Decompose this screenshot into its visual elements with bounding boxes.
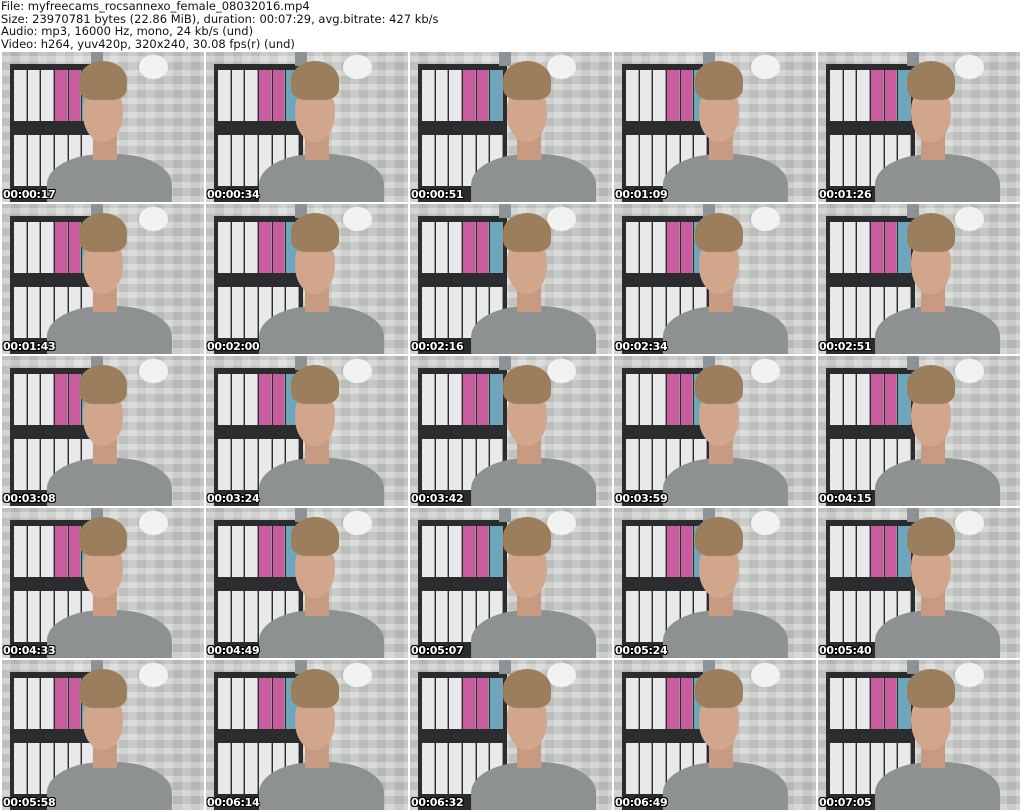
- person: [418, 356, 612, 506]
- person: [614, 660, 812, 810]
- video-thumbnail: 00:06:49: [614, 660, 816, 810]
- timestamp: 00:02:51: [819, 340, 872, 353]
- timestamp: 00:06:49: [615, 796, 668, 809]
- timestamp: 00:03:08: [3, 492, 56, 505]
- video-thumbnail: 00:02:34: [614, 204, 816, 354]
- person: [614, 204, 812, 354]
- timestamp: 00:05:58: [3, 796, 56, 809]
- timestamp: 00:05:07: [411, 644, 464, 657]
- video-thumbnail: 00:05:24: [614, 508, 816, 658]
- video-thumbnail: 00:05:40: [818, 508, 1020, 658]
- person: [418, 204, 612, 354]
- person: [2, 52, 196, 202]
- video-thumbnail: 00:03:42: [410, 356, 612, 506]
- timestamp: 00:01:26: [819, 188, 872, 201]
- person: [822, 660, 1020, 810]
- person: [614, 356, 812, 506]
- timestamp: 00:06:32: [411, 796, 464, 809]
- video-thumbnail: 00:00:34: [206, 52, 408, 202]
- timestamp: 00:02:16: [411, 340, 464, 353]
- video-thumbnail: 00:01:43: [2, 204, 204, 354]
- timestamp: 00:00:17: [3, 188, 56, 201]
- video-thumbnail: 00:04:49: [206, 508, 408, 658]
- person: [206, 660, 408, 810]
- video-thumbnail: 00:07:05: [818, 660, 1020, 810]
- person: [2, 508, 196, 658]
- video-thumbnail: 00:00:17: [2, 52, 204, 202]
- timestamp: 00:02:34: [615, 340, 668, 353]
- person: [2, 356, 196, 506]
- audio-info: Audio: mp3, 16000 Hz, mono, 24 kb/s (und…: [1, 24, 254, 38]
- timestamp: 00:06:14: [207, 796, 260, 809]
- timestamp: 00:04:33: [3, 644, 56, 657]
- timestamp: 00:02:00: [207, 340, 260, 353]
- timestamp: 00:00:34: [207, 188, 260, 201]
- timestamp: 00:04:15: [819, 492, 872, 505]
- timestamp: 00:05:40: [819, 644, 872, 657]
- video-thumbnail: 00:04:15: [818, 356, 1020, 506]
- person: [206, 52, 408, 202]
- timestamp: 00:03:42: [411, 492, 464, 505]
- video-thumbnail: 00:06:14: [206, 660, 408, 810]
- timestamp: 00:03:24: [207, 492, 260, 505]
- video-thumbnail: 00:01:26: [818, 52, 1020, 202]
- person: [2, 204, 196, 354]
- person: [614, 52, 812, 202]
- person: [206, 508, 408, 658]
- person: [822, 508, 1020, 658]
- person: [418, 52, 612, 202]
- person: [418, 660, 612, 810]
- video-info: Video: h264, yuv420p, 320x240, 30.08 fps…: [1, 36, 295, 51]
- file-name: File: myfreecams_rocsannexo_female_08032…: [1, 0, 310, 13]
- timestamp: 00:01:43: [3, 340, 56, 353]
- timestamp: 00:03:59: [615, 492, 668, 505]
- video-thumbnail: 00:02:51: [818, 204, 1020, 354]
- person: [822, 204, 1020, 354]
- video-thumbnail: 00:02:00: [206, 204, 408, 354]
- video-thumbnail: 00:05:58: [2, 660, 204, 810]
- person: [418, 508, 612, 658]
- video-thumbnail: 00:03:24: [206, 356, 408, 506]
- timestamp: 00:05:24: [615, 644, 668, 657]
- video-thumbnail: 00:05:07: [410, 508, 612, 658]
- video-thumbnail: 00:03:59: [614, 356, 816, 506]
- video-thumbnail: 00:03:08: [2, 356, 204, 506]
- video-thumbnail: 00:01:09: [614, 52, 816, 202]
- timestamp: 00:04:49: [207, 644, 260, 657]
- video-thumbnail: 00:04:33: [2, 508, 204, 658]
- timestamp: 00:00:51: [411, 188, 464, 201]
- person: [822, 356, 1020, 506]
- timestamp: 00:01:09: [615, 188, 668, 201]
- video-thumbnail: 00:00:51: [410, 52, 612, 202]
- person: [206, 356, 408, 506]
- video-thumbnail: 00:02:16: [410, 204, 612, 354]
- person: [2, 660, 196, 810]
- person: [614, 508, 812, 658]
- person: [206, 204, 408, 354]
- file-info-header: File: myfreecams_rocsannexo_female_08032…: [1, 0, 439, 50]
- thumbnail-grid: 00:00:17 00:00:34 00:00:51 00:01:09 00:01:26…: [2, 52, 1024, 810]
- video-thumbnail: 00:06:32: [410, 660, 612, 810]
- person: [822, 52, 1020, 202]
- timestamp: 00:07:05: [819, 796, 872, 809]
